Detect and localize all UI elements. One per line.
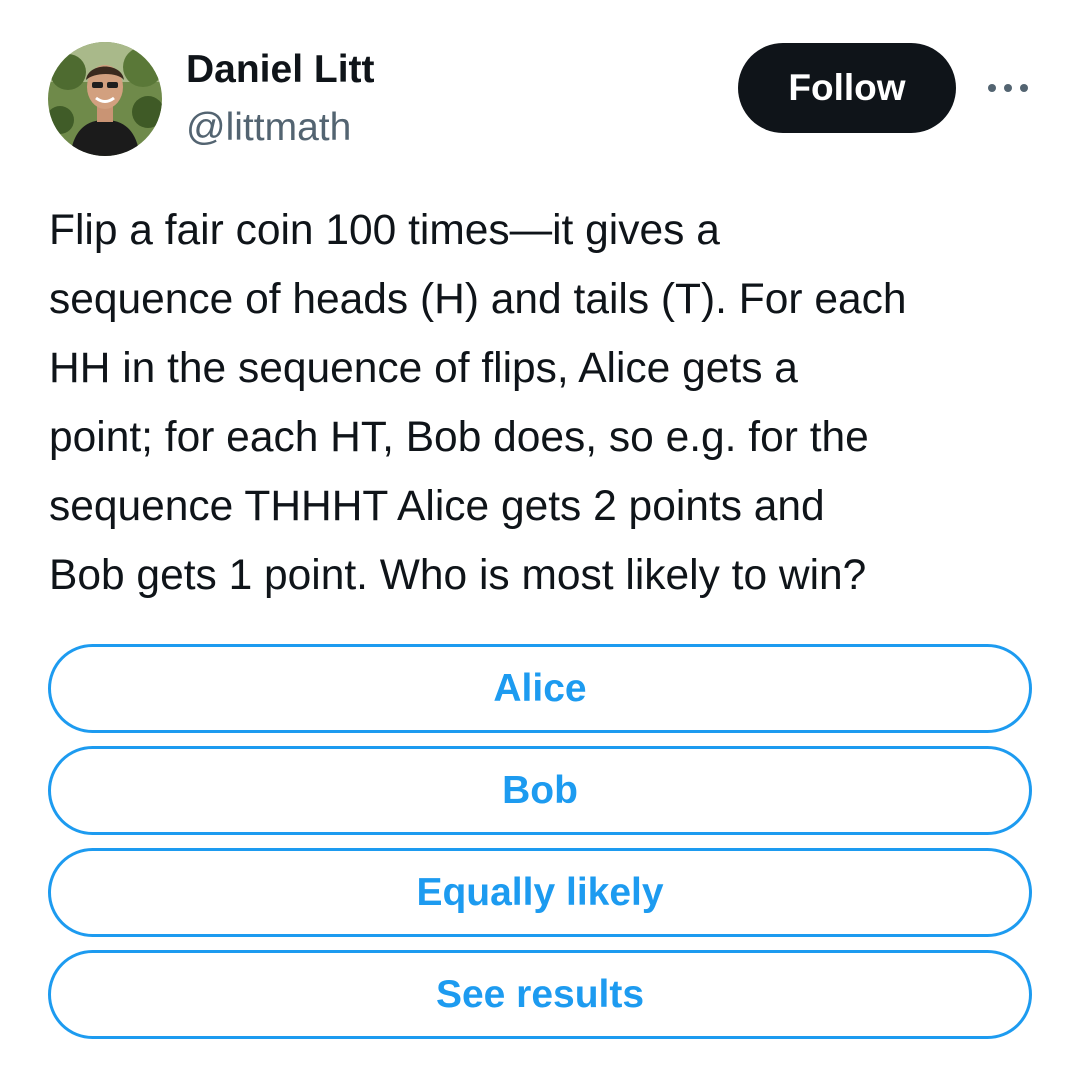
more-options-button[interactable] (980, 68, 1036, 108)
author-handle[interactable]: @littmath (186, 104, 351, 152)
tweet-text: Flip a fair coin 100 times—it gives a se… (49, 207, 907, 599)
poll-option-alice[interactable]: Alice (48, 644, 1032, 733)
poll-option-bob[interactable]: Bob (48, 746, 1032, 835)
author-display-name[interactable]: Daniel Litt (186, 46, 375, 94)
more-dots-icon (988, 84, 1028, 92)
follow-button[interactable]: Follow (738, 43, 956, 133)
avatar[interactable] (48, 42, 162, 156)
avatar-image (48, 42, 162, 156)
see-results-button[interactable]: See results (48, 950, 1032, 1039)
tweet-card: Daniel Litt @littmath Follow Flip a fair… (0, 0, 1080, 1075)
poll-option-equally-likely[interactable]: Equally likely (48, 848, 1032, 937)
poll: Alice Bob Equally likely See results (48, 644, 1032, 1052)
